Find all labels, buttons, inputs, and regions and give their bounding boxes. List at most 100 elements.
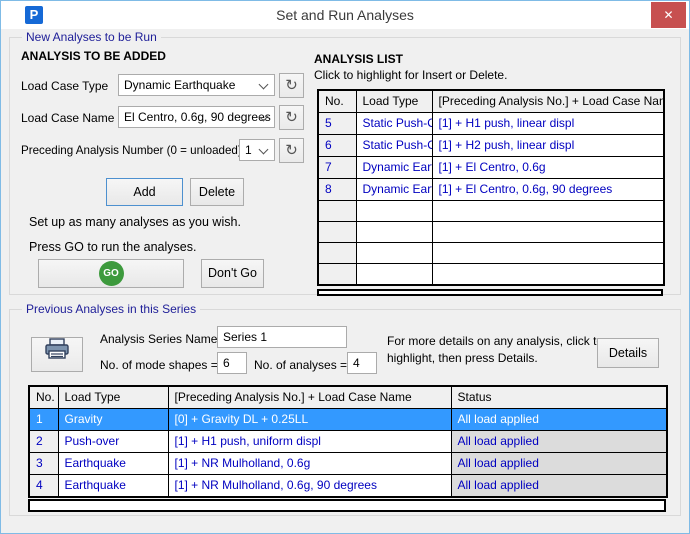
analysis-list-heading: ANALYSIS LIST [314,52,403,66]
cell-case-name[interactable] [432,201,664,222]
analysis-list-header-row: No. Load Type [Preceding Analysis No.] +… [318,90,664,113]
cell-load-type[interactable] [356,264,432,285]
previous-analysis-row[interactable]: 4Earthquake[1] + NR Mulholland, 0.6g, 90… [29,475,667,498]
note-press-go: Press GO to run the analyses. [29,240,196,254]
cell-no[interactable]: 2 [29,431,58,453]
cell-load-type[interactable]: Dynamic Earthq... [356,179,432,201]
go-button[interactable]: GO [38,259,184,288]
previous-analysis-row[interactable]: 3Earthquake[1] + NR Mulholland, 0.6gAll … [29,453,667,475]
dont-go-button[interactable]: Don't Go [201,259,264,288]
load-case-type-value: Dynamic Earthquake [124,78,235,92]
load-case-name-value: El Centro, 0.6g, 90 degrees [124,110,271,124]
num-analyses-label: No. of analyses = [254,358,347,372]
cell-load-type[interactable] [356,201,432,222]
cell-no[interactable]: 1 [29,409,58,431]
cell-status[interactable]: All load applied [451,453,667,475]
cell-no[interactable] [318,243,356,264]
details-note-line1: For more details on any analysis, click … [387,334,603,348]
load-case-name-select[interactable]: El Centro, 0.6g, 90 degrees [118,106,275,128]
cell-load-type[interactable]: Static Push-Ov... [356,135,432,157]
cell-no[interactable]: 8 [318,179,356,201]
analysis-list-row[interactable]: 7Dynamic Earthq...[1] + El Centro, 0.6g [318,157,664,179]
cell-case-name[interactable]: [1] + H1 push, uniform displ [168,431,451,453]
load-case-name-label: Load Case Name [21,111,114,125]
cell-case-name[interactable]: [1] + NR Mulholland, 0.6g [168,453,451,475]
previous-analysis-row[interactable]: 2Push-over[1] + H1 push, uniform displAl… [29,431,667,453]
load-case-type-select[interactable]: Dynamic Earthquake [118,74,275,96]
details-button[interactable]: Details [597,338,659,368]
cell-load-type[interactable]: Static Push-Ov... [356,113,432,135]
col-load-type: Load Type [58,386,168,409]
cell-no[interactable]: 3 [29,453,58,475]
cell-load-type[interactable] [356,243,432,264]
note-setup: Set up as many analyses as you wish. [29,215,241,229]
cell-case-name[interactable]: [0] + Gravity DL + 0.25LL [168,409,451,431]
printer-icon [44,338,70,360]
add-button[interactable]: Add [106,178,183,206]
cell-status[interactable]: All load applied [451,431,667,453]
col-load-type: Load Type [356,90,432,113]
cell-load-type[interactable]: Earthquake [58,453,168,475]
num-analyses-input[interactable]: 4 [347,352,377,374]
cell-case-name[interactable] [432,264,664,285]
cell-load-type[interactable]: Push-over [58,431,168,453]
print-button[interactable] [31,337,83,372]
col-status: Status [451,386,667,409]
cell-load-type[interactable]: Dynamic Earthq... [356,157,432,179]
analysis-list-row[interactable] [318,201,664,222]
analysis-list-row[interactable] [318,243,664,264]
cell-load-type[interactable]: Gravity [58,409,168,431]
analysis-list-subheading: Click to highlight for Insert or Delete. [314,68,507,82]
cell-load-type[interactable] [356,222,432,243]
group-previous-title: Previous Analyses in this Series [22,302,200,316]
cell-case-name[interactable] [432,243,664,264]
cell-no[interactable] [318,264,356,285]
analysis-list-row[interactable]: 5Static Push-Ov...[1] + H1 push, linear … [318,113,664,135]
series-name-label: Analysis Series Name = [100,332,228,346]
analysis-list-row[interactable]: 8Dynamic Earthq...[1] + El Centro, 0.6g,… [318,179,664,201]
cell-no[interactable] [318,201,356,222]
cell-case-name[interactable]: [1] + El Centro, 0.6g [432,157,664,179]
analysis-list-table: No. Load Type [Preceding Analysis No.] +… [317,89,665,286]
mode-shapes-input[interactable]: 6 [217,352,247,374]
close-icon[interactable]: ✕ [651,2,686,28]
refresh-preceding-number-button[interactable]: ↻ [279,138,304,163]
preceding-number-value: 1 [245,143,252,157]
go-icon: GO [99,261,124,286]
analysis-list-row[interactable] [318,222,664,243]
details-note-line2: highlight, then press Details. [387,351,538,365]
analysis-list-row[interactable]: 6Static Push-Ov...[1] + H2 push, linear … [318,135,664,157]
previous-table-bottom-strip [28,499,666,512]
previous-analyses-table: No. Load Type [Preceding Analysis No.] +… [28,385,668,498]
refresh-load-case-name-button[interactable]: ↻ [279,105,304,130]
analysis-list-row[interactable] [318,264,664,285]
analysis-to-be-added-heading: ANALYSIS TO BE ADDED [21,49,166,63]
cell-status[interactable]: All load applied [451,475,667,498]
cell-status[interactable]: All load applied [451,409,667,431]
cell-case-name[interactable]: [1] + El Centro, 0.6g, 90 degrees [432,179,664,201]
col-case-name: [Preceding Analysis No.] + Load Case Nam… [168,386,451,409]
refresh-load-case-type-button[interactable]: ↻ [279,73,304,98]
cell-no[interactable]: 7 [318,157,356,179]
cell-no[interactable] [318,222,356,243]
cell-load-type[interactable]: Earthquake [58,475,168,498]
cell-case-name[interactable]: [1] + H2 push, linear displ [432,135,664,157]
preceding-number-select[interactable]: 1 [239,139,275,161]
title-bar: P Set and Run Analyses ✕ [1,1,689,29]
previous-table-header-row: No. Load Type [Preceding Analysis No.] +… [29,386,667,409]
cell-no[interactable]: 6 [318,135,356,157]
window-title: Set and Run Analyses [1,1,689,29]
col-case-name: [Preceding Analysis No.] + Load Case Nam… [432,90,664,113]
cell-case-name[interactable]: [1] + NR Mulholland, 0.6g, 90 degrees [168,475,451,498]
group-new-title: New Analyses to be Run [22,30,161,44]
cell-no[interactable]: 4 [29,475,58,498]
chevron-down-icon [259,80,269,90]
previous-analysis-row[interactable]: 1Gravity[0] + Gravity DL + 0.25LLAll loa… [29,409,667,431]
delete-button[interactable]: Delete [190,178,244,206]
dialog-window: P Set and Run Analyses ✕ New Analyses to… [0,0,690,534]
series-name-input[interactable]: Series 1 [217,326,347,348]
cell-case-name[interactable]: [1] + H1 push, linear displ [432,113,664,135]
cell-case-name[interactable] [432,222,664,243]
cell-no[interactable]: 5 [318,113,356,135]
col-no: No. [29,386,58,409]
